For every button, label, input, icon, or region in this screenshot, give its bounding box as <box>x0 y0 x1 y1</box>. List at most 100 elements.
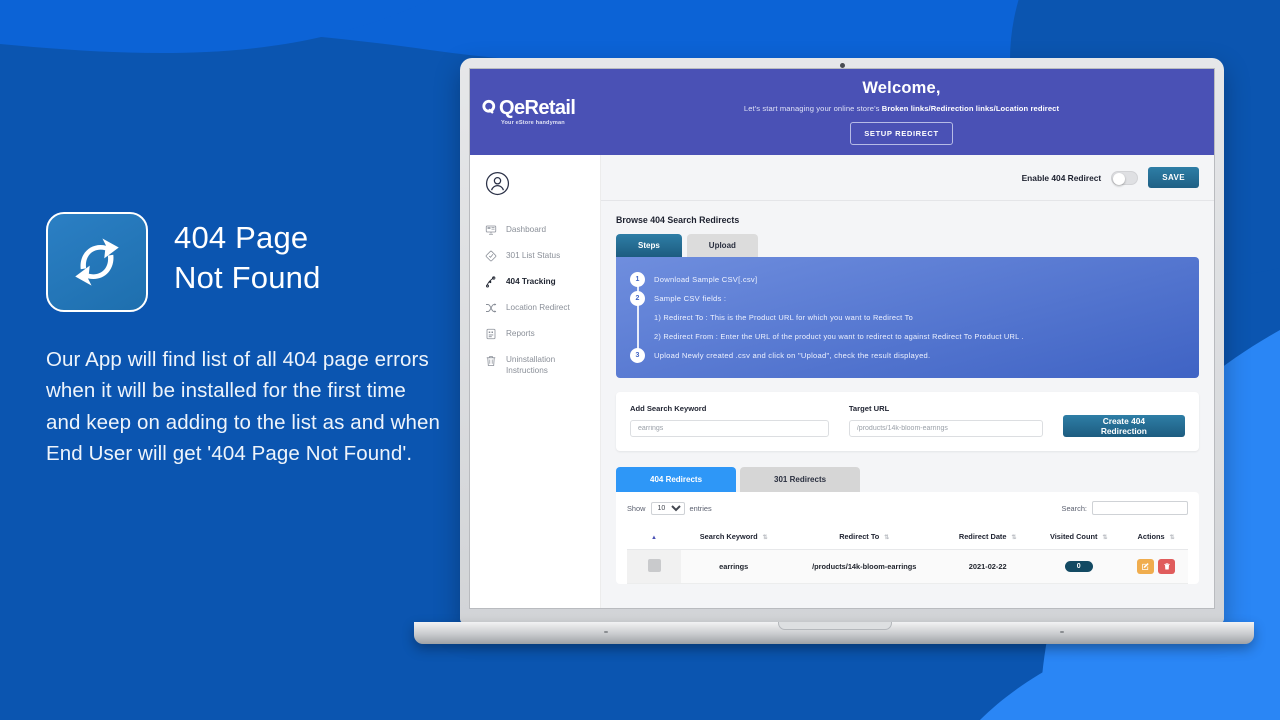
entries-select[interactable]: 10 <box>650 501 685 515</box>
keyword-field-group: Add Search Keyword <box>630 404 829 437</box>
cell-redirect-date: 2021-02-22 <box>942 549 1034 584</box>
promo-badge <box>46 212 148 312</box>
brand-logo[interactable]: QeRetail Your eStore handyman <box>470 98 601 126</box>
table-head: ▲ Search Keyword ⇅ Redirect To ⇅ Redirect … <box>627 524 1188 550</box>
base-dot-left <box>604 631 608 633</box>
column-label: Search Keyword <box>699 532 758 541</box>
laptop-base <box>414 622 1254 644</box>
search-keyword-input[interactable] <box>630 420 829 437</box>
section-title: Browse 404 Search Redirects <box>616 215 740 225</box>
cell-actions <box>1124 549 1188 584</box>
sidebar-item-404-tracking[interactable]: 404 Tracking <box>470 269 600 295</box>
sidebar-item-label: Reports <box>506 329 535 339</box>
sort-icon: ⇅ <box>762 535 768 541</box>
substep-text: 2) Redirect From : Enter the URL of the … <box>654 332 1024 341</box>
save-button[interactable]: SAVE <box>1148 167 1199 188</box>
step-number: 3 <box>630 348 645 363</box>
step-item-3: 3 Upload Newly created .csv and click on… <box>630 346 1183 365</box>
substep-text: 1) Redirect To : This is the Product URL… <box>654 313 913 322</box>
qe-retail-logo-icon <box>482 99 496 114</box>
setup-redirect-button[interactable]: SETUP REDIRECT <box>850 122 953 145</box>
column-redirect-date[interactable]: Redirect Date ⇅ <box>942 524 1034 550</box>
search-control: Search: <box>1062 501 1188 515</box>
column-redirect-to[interactable]: Redirect To ⇅ <box>786 524 943 550</box>
tab-404-redirects[interactable]: 404 Redirects <box>616 467 737 492</box>
table-row: earrings /products/14k-bloom-earrings 20… <box>627 549 1188 584</box>
content-scroll-area: Browse 404 Search Redirects Steps Upload <box>601 201 1214 608</box>
avatar-wrapper[interactable] <box>470 167 600 217</box>
sidebar-item-label: 404 Tracking <box>506 277 556 287</box>
welcome-subtitle: Let's start managing your online store's… <box>601 104 1202 113</box>
step-substep-1: 1) Redirect To : This is the Product URL… <box>630 308 1183 327</box>
show-label: Show <box>627 503 646 513</box>
target-url-input[interactable] <box>848 420 1043 437</box>
table-header-row: ▲ Search Keyword ⇅ Redirect To ⇅ Redirect … <box>627 524 1188 550</box>
laptop-screen: QeRetail Your eStore handyman Welcome, L… <box>469 68 1215 609</box>
sidebar-item-label: Location Redirect <box>506 303 570 313</box>
sort-icon: ⇅ <box>884 535 890 541</box>
welcome-subtitle-bold: Broken links/Redirection links/Location … <box>881 104 1060 113</box>
step-substep-2: 2) Redirect From : Enter the URL of the … <box>630 327 1183 346</box>
promo-title-line1: 404 Page <box>174 220 309 255</box>
refresh-arrows-icon <box>75 238 119 286</box>
steps-tabs: Steps Upload <box>616 234 1199 257</box>
step-text: Download Sample CSV[.csv] <box>654 275 758 284</box>
sidebar-item-label: 301 List Status <box>506 251 561 261</box>
welcome-subtitle-prefix: Let's start managing your online store's <box>743 104 882 113</box>
redirects-tabs: 404 Redirects 301 Redirects <box>616 467 1199 492</box>
column-visited-count[interactable]: Visited Count ⇅ <box>1033 524 1125 550</box>
entries-control: Show 10 entries <box>627 501 712 515</box>
screenshot-root: 404 Page Not Found Our App will find lis… <box>0 0 1280 720</box>
tab-upload[interactable]: Upload <box>686 234 758 257</box>
table-card: Show 10 entries Search: ▲ Search Keyword… <box>616 492 1199 584</box>
diamond-list-icon <box>485 250 497 262</box>
steps-list: 1 Download Sample CSV[.csv] 2 Sample CSV… <box>630 270 1183 365</box>
sort-icon: ⇅ <box>1011 535 1017 541</box>
tab-steps[interactable]: Steps <box>616 234 682 257</box>
create-404-redirection-button[interactable]: Create 404 Redirection <box>1062 415 1186 437</box>
report-icon <box>486 328 496 340</box>
column-label: Actions <box>1137 532 1165 541</box>
delete-icon[interactable] <box>1158 559 1176 574</box>
redirects-table: ▲ Search Keyword ⇅ Redirect To ⇅ Redirect … <box>627 524 1188 584</box>
tab-301-redirects[interactable]: 301 Redirects <box>740 467 861 492</box>
column-select[interactable]: ▲ <box>627 524 681 550</box>
create-redirect-form: Add Search Keyword Target URL Create 404… <box>616 392 1199 451</box>
user-avatar-icon <box>485 171 510 196</box>
cell-redirect-to: /products/14k-bloom-earrings <box>786 549 943 584</box>
welcome-title: Welcome, <box>862 79 941 97</box>
sidebar-item-uninstallation-instructions[interactable]: Uninstallation Instructions <box>470 347 600 383</box>
sidebar-item-label: Uninstallation Instructions <box>506 355 556 376</box>
enable-404-redirect-toggle[interactable] <box>1111 170 1139 185</box>
edit-icon[interactable] <box>1137 559 1155 574</box>
sidebar-item-location-redirect[interactable]: Location Redirect <box>470 295 600 321</box>
step-item-1: 1 Download Sample CSV[.csv] <box>630 270 1183 289</box>
shuffle-icon <box>486 303 497 313</box>
promo-description: Our App will find list of all 404 page e… <box>46 348 440 466</box>
app-body: Dashboard 301 List Status 404 Tracking L… <box>470 155 1214 608</box>
step-number: 1 <box>630 272 645 287</box>
main-content: Enable 404 Redirect SAVE Browse 404 Sear… <box>601 155 1214 608</box>
brand-name: QeRetail <box>499 97 576 119</box>
entries-label: entries <box>689 503 712 513</box>
cell-search-keyword: earrings <box>681 549 787 584</box>
cell-visited-count: 0 <box>1033 549 1125 584</box>
sidebar-item-301-list-status[interactable]: 301 List Status <box>470 243 600 269</box>
step-text: Sample CSV fields : <box>654 294 727 303</box>
promo-title-line2: Not Found <box>174 259 321 295</box>
sidebar-item-dashboard[interactable]: Dashboard <box>470 217 600 243</box>
sidebar: Dashboard 301 List Status 404 Tracking L… <box>470 155 601 608</box>
step-number: 2 <box>630 291 645 306</box>
dashboard-icon <box>485 225 497 235</box>
column-search-keyword[interactable]: Search Keyword ⇅ <box>681 524 787 550</box>
target-url-label: Target URL <box>848 404 890 413</box>
sidebar-item-reports[interactable]: Reports <box>470 321 600 347</box>
column-actions[interactable]: Actions ⇅ <box>1124 524 1188 550</box>
laptop-mockup: QeRetail Your eStore handyman Welcome, L… <box>414 58 1254 644</box>
toggle-knob <box>1113 172 1126 185</box>
trash-icon <box>486 356 496 366</box>
promo-header: 404 Page Not Found <box>46 212 446 312</box>
step-item-2: 2 Sample CSV fields : <box>630 289 1183 308</box>
table-search-input[interactable] <box>1092 501 1188 515</box>
row-checkbox[interactable] <box>647 559 661 572</box>
